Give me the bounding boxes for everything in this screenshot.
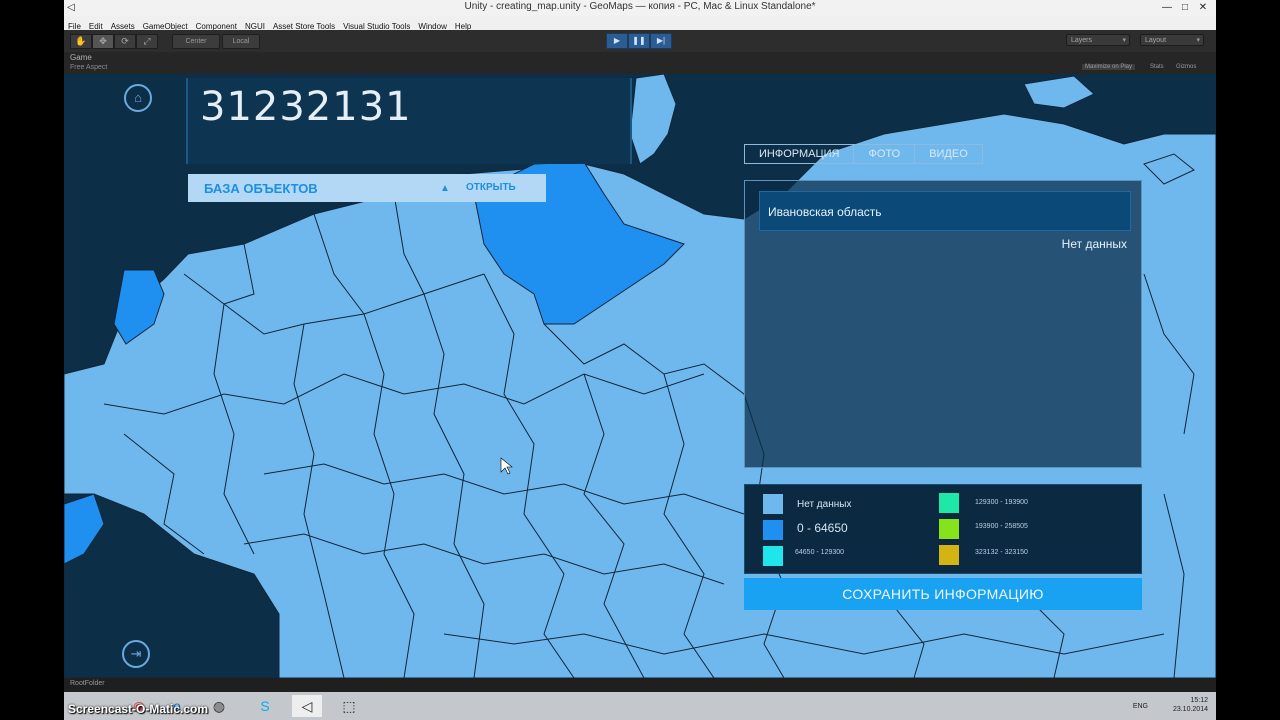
legend-label: 193900 - 258505 [975,523,1028,530]
legend-label: 64650 - 129300 [795,549,845,556]
tab-information[interactable]: ИНФОРМАЦИЯ [745,145,855,163]
legend-label: 129300 - 193900 [975,499,1028,506]
legend-swatch [763,520,783,540]
rotate-tool-icon[interactable]: ⟳ [114,34,136,49]
layout-dropdown[interactable]: Layout [1140,34,1204,47]
open-button[interactable]: ОТКРЫТЬ [466,182,516,193]
language-indicator[interactable]: ENG [1133,702,1148,711]
legend-swatch [763,546,783,566]
layers-label: Layers [1071,37,1093,44]
chevron-up-icon: ▲ [440,183,450,194]
exit-icon: ⇥ [130,646,142,661]
tab-photo[interactable]: ФОТО [854,145,916,163]
unity-taskbar-icon[interactable]: ◁ [292,695,322,717]
scale-tool-icon[interactable]: ⤢ [136,34,158,49]
object-counter-panel: 31232131 [186,78,632,164]
pause-button[interactable]: ❚❚ [628,33,650,49]
title-bar: ◁ Unity - creating_map.unity - GeoMaps —… [64,0,1216,17]
window-title: Unity - creating_map.unity - GeoMaps — к… [464,1,816,12]
legend-swatch [939,519,959,539]
unity-window: ◁ Unity - creating_map.unity - GeoMaps —… [64,0,1216,720]
tab-video[interactable]: ВИДЕО [915,145,982,163]
toolbar: ✋ ✥ ⟳ ⤢ Center Local ▶ ❚❚ ▶| Layers Layo… [64,30,1216,53]
play-button[interactable]: ▶ [606,33,628,49]
legend-label: Нет данных [797,499,852,510]
clock-date: 23.10.2014 [1172,706,1208,713]
info-tabs: ИНФОРМАЦИЯ ФОТО ВИДЕО [744,144,983,164]
stats-toggle[interactable]: Stats [1150,64,1164,70]
objects-database-label: БАЗА ОБЪЕКТОВ [204,181,318,196]
move-tool-icon[interactable]: ✥ [92,34,114,49]
legend-label: 0 - 64650 [797,521,848,535]
legend-panel: Нет данных 0 - 64650 64650 - 129300 1293… [744,484,1142,574]
close-button[interactable]: ✕ [1192,0,1214,16]
exit-button[interactable]: ⇥ [122,640,150,668]
gizmos-dropdown[interactable]: Gizmos [1176,64,1196,70]
skype-icon[interactable]: S [250,695,280,717]
app-icon[interactable]: ◍ [204,695,234,717]
local-label: Local [232,38,250,45]
map-island [629,74,677,165]
layers-dropdown[interactable]: Layers [1066,34,1130,47]
info-panel: Ивановская область Нет данных [744,180,1142,468]
pivot-center-toggle[interactable]: Center [172,34,220,49]
root-folder-label: RootFolder [70,680,105,687]
clock-time: 15:12 [1190,697,1208,704]
menu-bar: File Edit Assets GameObject Component NGUI Ass… [64,16,1216,31]
home-button[interactable]: ⌂ [124,84,152,112]
maximize-on-play-toggle[interactable]: Maximize on Play [1082,64,1136,70]
system-tray: ENG 15:12 23.10.2014 [1133,696,1208,714]
hand-tool-icon[interactable]: ✋ [70,34,92,49]
game-view-header: Game Free Aspect Maximize on Play Stats … [64,52,1216,74]
save-info-button[interactable]: СОХРАНИТЬ ИНФОРМАЦИЮ [744,578,1142,610]
status-text: Нет данных [1061,237,1127,251]
map-island [1023,75,1095,109]
taskbar: ◉ e ◍ S ◁ ⬚ Screencast-O-Matic.com ENG 1… [64,692,1216,720]
game-view: ⌂ ⇥ 31232131 БАЗА ОБЪЕКТОВ ▲ ОТКРЫТЬ ИНФ… [64,74,1216,678]
objects-database-bar[interactable]: БАЗА ОБЪЕКТОВ ▲ ОТКРЫТЬ [188,174,546,202]
region-name-box: Ивановская область [759,191,1131,231]
step-button[interactable]: ▶| [650,33,672,49]
screencast-icon[interactable]: ⬚ [334,695,364,717]
center-label: Center [185,38,207,45]
home-icon: ⌂ [134,90,142,105]
screencast-watermark: Screencast-O-Matic.com [68,702,209,716]
game-tab[interactable]: Game [70,53,92,62]
object-counter: 31232131 [200,84,412,130]
legend-swatch [763,494,783,514]
aspect-dropdown[interactable]: Free Aspect [70,64,107,71]
legend-label: 323132 - 323150 [975,549,1028,556]
region-name: Ивановская область [768,205,882,219]
hierarchy-footer: RootFolder [64,678,1216,692]
legend-swatch [939,493,959,513]
layout-label: Layout [1145,37,1167,44]
pivot-local-toggle[interactable]: Local [222,34,260,49]
legend-swatch [939,545,959,565]
